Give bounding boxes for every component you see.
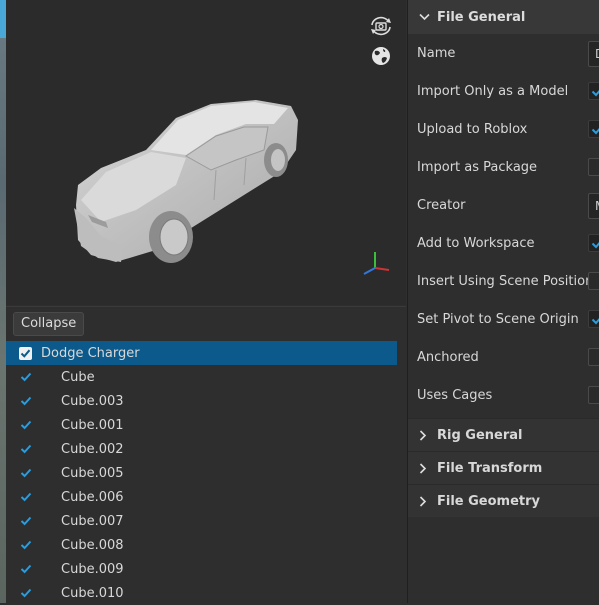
add-to-workspace-checkbox[interactable]: [588, 234, 599, 252]
property-label: Add to Workspace: [417, 235, 535, 251]
property-label: Anchored: [417, 349, 479, 365]
property-label: Set Pivot to Scene Origin: [417, 311, 579, 327]
tree-item-label: Cube.006: [61, 489, 124, 505]
tree-item-checkbox[interactable]: [19, 371, 32, 384]
tree-item[interactable]: Cube.002: [6, 437, 406, 461]
tree-item-checkbox[interactable]: [19, 587, 32, 600]
property-row-import-as-package: Import as Package: [408, 148, 599, 186]
collapse-button[interactable]: Collapse: [13, 312, 85, 336]
chevron-down-icon: [419, 13, 431, 21]
property-row-upload-to-roblox: Upload to Roblox: [408, 110, 599, 148]
tree-root-item[interactable]: Dodge Charger: [6, 341, 397, 365]
name-input[interactable]: D: [588, 41, 599, 67]
tree-item-label: Cube.009: [61, 561, 124, 577]
file-geometry-title: File Geometry: [437, 493, 541, 509]
tree-root-label: Dodge Charger: [41, 345, 140, 361]
tree-item-checkbox[interactable]: [19, 515, 32, 528]
hierarchy-tree: Dodge Charger Cube Cube.003 Cube.001 Cube.0…: [6, 341, 406, 605]
uses-cages-checkbox[interactable]: [588, 386, 599, 404]
property-label: Creator: [417, 197, 466, 213]
import-preview-pane: Collapse Dodge Charger Cube Cube.003 Cube.…: [0, 0, 406, 604]
rig-general-header[interactable]: Rig General: [408, 418, 599, 451]
properties-panel: File General Name D Import Only as a Model…: [407, 0, 599, 603]
property-label: Uses Cages: [417, 387, 493, 403]
tree-item-label: Cube.005: [61, 465, 124, 481]
import-as-package-checkbox[interactable]: [588, 158, 599, 176]
file-general-header[interactable]: File General: [408, 0, 599, 34]
property-label: Import as Package: [417, 159, 538, 175]
model-preview-viewport[interactable]: [6, 0, 406, 305]
tree-item-label: Cube.003: [61, 393, 124, 409]
tree-item-checkbox[interactable]: [19, 395, 32, 408]
tree-item-label: Cube.008: [61, 537, 124, 553]
tree-item-checkbox[interactable]: [19, 467, 32, 480]
property-row-creator: Creator M: [408, 186, 599, 224]
tree-item-checkbox[interactable]: [19, 491, 32, 504]
tree-item[interactable]: Cube.006: [6, 485, 406, 509]
tree-item[interactable]: Cube.010: [6, 581, 406, 605]
creator-input[interactable]: M: [588, 193, 599, 219]
axis-gizmo-icon: [363, 252, 390, 275]
chevron-right-icon: [419, 429, 431, 441]
tree-root-checkbox[interactable]: [19, 346, 32, 360]
tree-item-label: Cube.010: [61, 585, 124, 601]
tree-item[interactable]: Cube.009: [6, 557, 406, 581]
tree-item[interactable]: Cube.005: [6, 461, 406, 485]
tree-item[interactable]: Cube.008: [6, 533, 406, 557]
set-pivot-to-scene-origin-checkbox[interactable]: [588, 310, 599, 328]
import-only-as-a-model-checkbox[interactable]: [588, 82, 599, 100]
upload-to-roblox-checkbox[interactable]: [588, 120, 599, 138]
file-geometry-header[interactable]: File Geometry: [408, 484, 599, 517]
tree-item-label: Cube.001: [61, 417, 124, 433]
car-model-render: [74, 100, 298, 263]
property-row-uses-cages: Uses Cages: [408, 376, 599, 414]
tree-item-label: Cube.002: [61, 441, 124, 457]
tree-item[interactable]: Cube.007: [6, 509, 406, 533]
tree-item-checkbox[interactable]: [19, 443, 32, 456]
property-row-anchored: Anchored: [408, 338, 599, 376]
property-label: Insert Using Scene Position: [417, 273, 594, 289]
chevron-right-icon: [419, 462, 431, 474]
property-row-add-to-workspace: Add to Workspace: [408, 224, 599, 262]
hierarchy-panel: Collapse Dodge Charger Cube Cube.003 Cube.…: [6, 306, 406, 604]
file-transform-header[interactable]: File Transform: [408, 451, 599, 484]
property-row-name: Name D: [408, 34, 599, 72]
tree-item-checkbox[interactable]: [19, 539, 32, 552]
property-label: Name: [417, 45, 456, 61]
property-row-insert-using-scene-position: Insert Using Scene Position: [408, 262, 599, 300]
anchored-checkbox[interactable]: [588, 348, 599, 366]
tree-item[interactable]: Cube: [6, 365, 406, 389]
tree-item-label: Cube: [61, 369, 95, 385]
property-row-set-pivot-to-scene-origin: Set Pivot to Scene Origin: [408, 300, 599, 338]
tree-item-checkbox[interactable]: [19, 419, 32, 432]
property-label: Upload to Roblox: [417, 121, 528, 137]
rig-general-title: Rig General: [437, 427, 523, 443]
file-transform-title: File Transform: [437, 460, 543, 476]
tree-item[interactable]: Cube.001: [6, 413, 406, 437]
tree-item-label: Cube.007: [61, 513, 124, 529]
insert-using-scene-position-checkbox[interactable]: [588, 272, 599, 290]
property-label: Import Only as a Model: [417, 83, 569, 99]
tree-item-checkbox[interactable]: [19, 563, 32, 576]
tree-item[interactable]: Cube.003: [6, 389, 406, 413]
chevron-right-icon: [419, 495, 431, 507]
property-row-import-only-as-a-model: Import Only as a Model: [408, 72, 599, 110]
file-general-title: File General: [437, 9, 526, 25]
